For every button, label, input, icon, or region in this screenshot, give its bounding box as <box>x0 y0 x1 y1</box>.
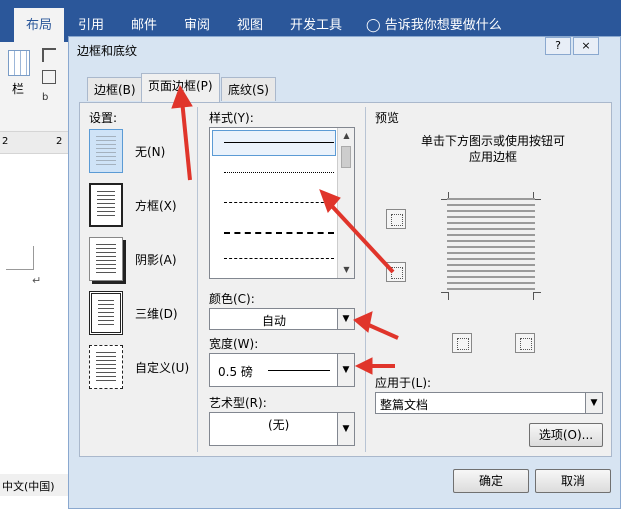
style-scrollbar[interactable]: ▲ ▼ <box>337 128 354 278</box>
top-border-button[interactable] <box>386 209 406 229</box>
setting-custom-icon[interactable] <box>89 345 123 389</box>
setting-3d-icon[interactable] <box>89 291 123 335</box>
preview-hint: 应用边框 <box>469 150 518 164</box>
left-border-button[interactable] <box>452 333 472 353</box>
width-label: 宽度(W): <box>209 337 259 351</box>
right-border-button[interactable] <box>515 333 535 353</box>
setting-custom-label[interactable]: 自定义(U) <box>135 359 189 376</box>
chevron-down-icon[interactable]: ▼ <box>337 309 354 329</box>
paragraph-mark: ↵ <box>32 274 42 287</box>
close-button[interactable]: × <box>573 37 599 55</box>
width-dropdown[interactable]: 0.5 磅 ▼ <box>209 353 355 387</box>
status-language[interactable]: 中文(中国) <box>2 480 55 493</box>
options-button[interactable]: 选项(O)... <box>529 423 603 447</box>
style-dotted[interactable] <box>224 172 334 173</box>
ok-button[interactable]: 确定 <box>453 469 529 493</box>
scroll-thumb[interactable] <box>341 146 351 168</box>
settings-label: 设置: <box>89 111 118 125</box>
chevron-down-icon[interactable]: ▼ <box>337 413 354 445</box>
setting-shadow-icon[interactable] <box>89 237 123 281</box>
hyphenation-icon[interactable]: b <box>42 92 48 103</box>
preview-hint: 单击下方图示或使用按钮可 <box>421 134 566 148</box>
tell-me-box[interactable]: ◯ 告诉我你想要做什么 <box>366 14 502 33</box>
tab-references[interactable]: 引用 <box>78 14 104 33</box>
setting-box-icon[interactable] <box>89 183 123 227</box>
apply-label: 应用于(L): <box>375 376 432 390</box>
setting-none-icon[interactable] <box>89 129 123 173</box>
ruler-mark: 2 <box>56 136 63 147</box>
ribbon-body: 栏 b <box>0 42 72 132</box>
setting-box-label[interactable]: 方框(X) <box>135 197 177 214</box>
lightbulb-icon: ◯ <box>366 18 381 33</box>
line-numbers-icon[interactable] <box>42 70 56 84</box>
tab-review[interactable]: 审阅 <box>184 14 210 33</box>
cancel-button[interactable]: 取消 <box>535 469 611 493</box>
scroll-down-icon[interactable]: ▼ <box>338 262 355 278</box>
ruler: 2 2 <box>0 132 72 154</box>
style-long-dash[interactable] <box>224 232 334 234</box>
width-line-sample <box>268 370 330 371</box>
width-value: 0.5 磅 <box>218 365 253 379</box>
setting-shadow-label[interactable]: 阴影(A) <box>135 251 177 268</box>
tab-mailings[interactable]: 邮件 <box>131 14 157 33</box>
chevron-down-icon[interactable]: ▼ <box>337 354 354 386</box>
apply-dropdown[interactable]: 整篇文档 ▼ <box>375 392 603 414</box>
preview-label: 预览 <box>375 111 400 125</box>
bottom-border-button[interactable] <box>386 262 406 282</box>
style-solid[interactable] <box>224 142 334 143</box>
columns-icon[interactable] <box>8 50 30 76</box>
tell-me-text: 告诉我你想要做什么 <box>384 18 502 33</box>
margin-corner <box>6 246 34 270</box>
style-listbox[interactable]: ▲ ▼ <box>209 127 355 279</box>
color-dropdown[interactable]: 自动 ▼ <box>209 308 355 330</box>
columns-label: 栏 <box>12 82 25 96</box>
color-label: 颜色(C): <box>209 292 255 306</box>
divider <box>197 107 198 452</box>
tab-page-border[interactable]: 页面边框(P) <box>141 73 220 103</box>
art-dropdown[interactable]: (无) ▼ <box>209 412 355 446</box>
setting-none-label[interactable]: 无(N) <box>135 143 165 160</box>
tab-borders[interactable]: 边框(B) <box>87 77 143 101</box>
tab-shading[interactable]: 底纹(S) <box>221 77 276 101</box>
chevron-down-icon[interactable]: ▼ <box>585 393 602 413</box>
art-label: 艺术型(R): <box>209 396 267 410</box>
setting-3d-label[interactable]: 三维(D) <box>135 305 178 322</box>
tab-developer[interactable]: 开发工具 <box>290 14 342 33</box>
style-dashed[interactable] <box>224 202 334 203</box>
breaks-icon[interactable] <box>42 48 56 62</box>
preview-page[interactable] <box>441 192 541 300</box>
borders-shading-dialog: 边框和底纹 ? × 边框(B) 页面边框(P) 底纹(S) 设置: 无(N) 方… <box>68 36 621 509</box>
style-label: 样式(Y): <box>209 111 254 125</box>
color-value: 自动 <box>262 314 287 328</box>
tab-layout[interactable]: 布局 <box>14 8 65 42</box>
style-option-selected[interactable] <box>212 130 336 156</box>
preview-text-lines <box>447 198 535 294</box>
style-dash-dot[interactable] <box>224 258 334 259</box>
dialog-title: 边框和底纹 <box>77 44 138 58</box>
art-value: (无) <box>268 418 290 432</box>
ruler-mark: 2 <box>2 136 9 147</box>
tab-view[interactable]: 视图 <box>237 14 263 33</box>
divider <box>365 107 366 452</box>
document-area[interactable]: ↵ <box>0 154 72 474</box>
help-button[interactable]: ? <box>545 37 571 55</box>
apply-value: 整篇文档 <box>380 398 429 412</box>
scroll-up-icon[interactable]: ▲ <box>338 128 355 144</box>
